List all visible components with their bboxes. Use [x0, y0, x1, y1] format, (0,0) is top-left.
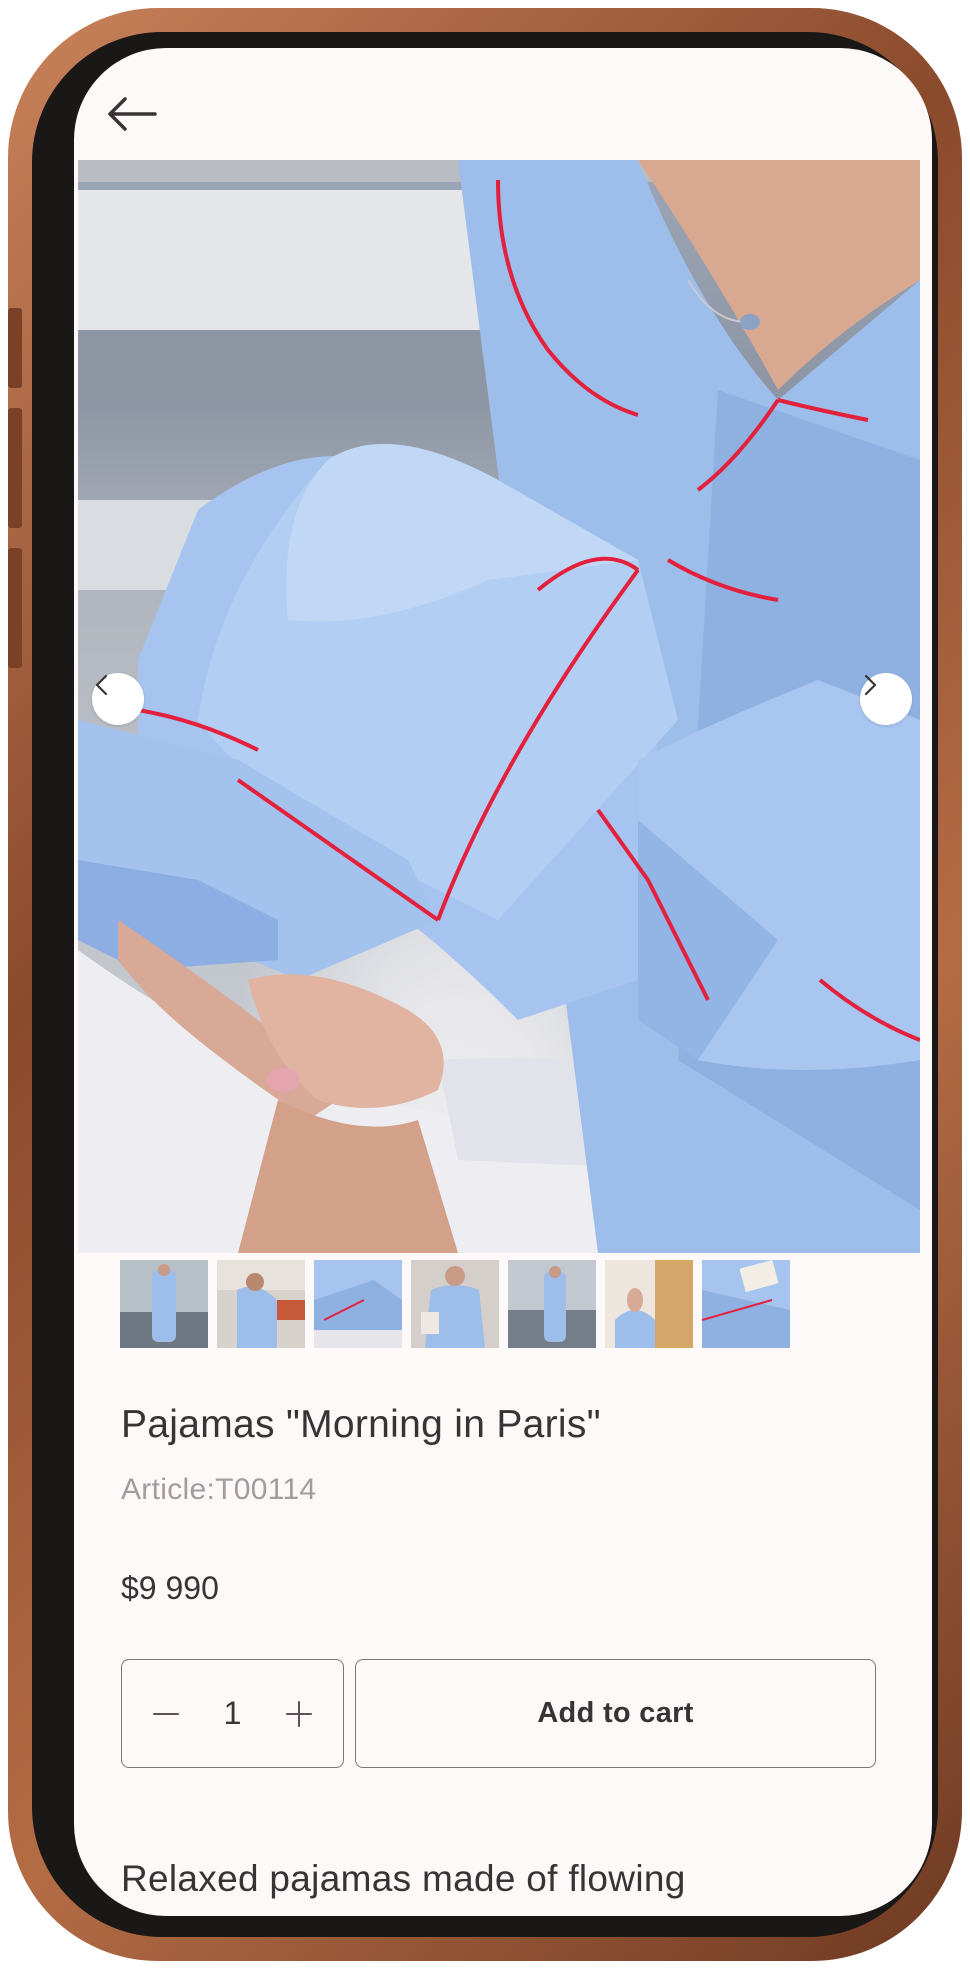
- thumbnail-image: [508, 1260, 596, 1348]
- thumbnail-image: [411, 1260, 499, 1348]
- article-label: Article:: [121, 1473, 216, 1506]
- thumbnail-1[interactable]: [120, 1260, 208, 1348]
- thumbnail-image: [120, 1260, 208, 1348]
- thumbnail-7[interactable]: [702, 1260, 790, 1348]
- volume-down-button: [8, 548, 22, 668]
- thumbnail-2[interactable]: [217, 1260, 305, 1348]
- product-main-image[interactable]: [78, 160, 920, 1253]
- thumbnail-image: [702, 1260, 790, 1348]
- thumbnail-4[interactable]: [411, 1260, 499, 1348]
- minus-icon: [153, 1712, 179, 1715]
- product-article: Article:T00114: [121, 1473, 316, 1507]
- app-screen: Pajamas "Morning in Paris" Article:T0011…: [74, 48, 932, 1916]
- pajamas-photo: [78, 160, 920, 1253]
- thumbnail-image: [314, 1260, 402, 1348]
- product-price: $9 990: [121, 1570, 219, 1606]
- plus-icon: [286, 1700, 312, 1727]
- article-value: T00114: [215, 1473, 317, 1506]
- mute-switch: [8, 308, 22, 388]
- thumbnail-5[interactable]: [508, 1260, 596, 1348]
- decrease-quantity-button[interactable]: [142, 1690, 190, 1738]
- product-description: Relaxed pajamas made of flowing: [121, 1858, 686, 1899]
- thumbnail-image: [217, 1260, 305, 1348]
- increase-quantity-button[interactable]: [275, 1690, 323, 1738]
- thumbnail-3[interactable]: [314, 1260, 402, 1348]
- quantity-stepper: 1: [121, 1659, 344, 1768]
- add-to-cart-button[interactable]: Add to cart: [355, 1659, 876, 1768]
- chevron-left-icon: [95, 674, 108, 696]
- quantity-value[interactable]: 1: [208, 1695, 258, 1732]
- thumbnail-image: [605, 1260, 693, 1348]
- product-title: Pajamas "Morning in Paris": [121, 1403, 601, 1446]
- back-button[interactable]: [102, 84, 162, 144]
- thumbnail-6[interactable]: [605, 1260, 693, 1348]
- thumbnail-strip: [120, 1260, 790, 1348]
- gallery-next-button[interactable]: [860, 673, 912, 725]
- volume-up-button: [8, 408, 22, 528]
- chevron-right-icon: [864, 674, 877, 696]
- arrow-left-icon: [108, 97, 157, 131]
- gallery-prev-button[interactable]: [92, 673, 144, 725]
